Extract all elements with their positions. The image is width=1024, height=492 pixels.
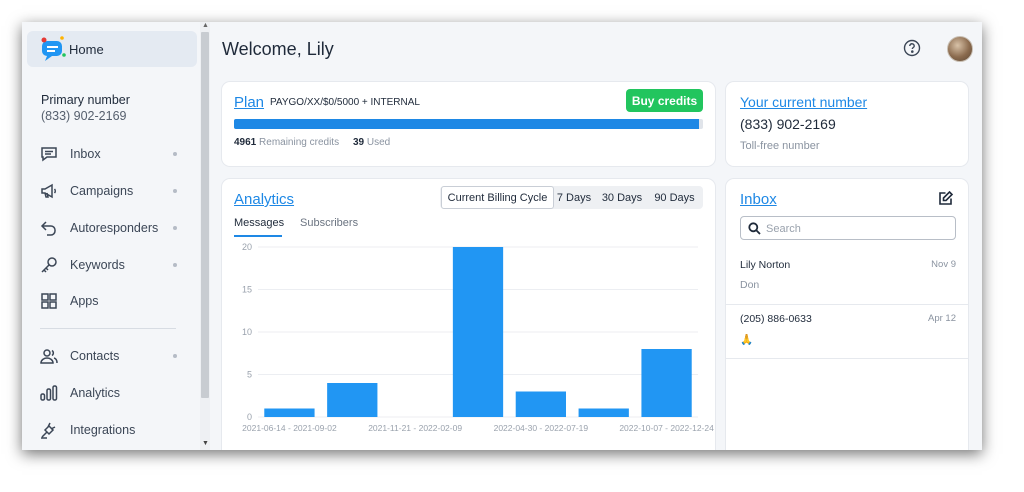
messages-bar-chart: 0 5 10 15 20 2021-06-14 - 2021-09-02 2021-11-2… [242,242,714,433]
people-icon [39,346,59,366]
period-7-days[interactable]: 7 Days [554,186,594,209]
conversation-name: Lily Norton [740,259,791,271]
app-logo-icon [41,36,66,61]
chat-bubble-icon [39,144,59,164]
conversation-item[interactable]: Lily Norton Nov 9 Don [726,251,968,305]
bar [452,247,504,417]
used-credits-value: 39 [352,137,365,148]
status-dot [173,189,177,193]
credits-progress-bar [234,119,703,129]
active-tab-indicator [234,235,282,237]
plan-card: Plan PAYGO/XX/$0/5000 + INTERNAL Buy cre… [222,82,715,166]
credits-progress-fill [234,119,700,129]
sidebar-item-label: Contacts [70,349,120,363]
plug-icon [39,420,59,440]
x-tick-label: 2021-11-21 - 2022-02-09 [368,423,462,433]
sidebar-item-label: Home [69,42,104,57]
remaining-credits-label: Remaining credits [259,137,340,148]
analytics-title-link[interactable]: Analytics [234,191,294,208]
conversation-item[interactable]: (205) 886-0633 Apr 12 🙏 [726,305,968,359]
y-tick-label: 5 [247,370,252,380]
sidebar-item-label: Inbox [70,147,101,161]
credit-stats: 4961 Remaining credits 39 Used [234,137,390,148]
sidebar-item-home[interactable]: Home [27,31,197,67]
sidebar-item-autoresponders[interactable]: Autoresponders [22,213,200,243]
conversation-preview: 🙏 [740,334,754,346]
scroll-thumb[interactable] [201,32,209,398]
used-credits-label: Used [366,137,391,148]
bar [264,408,315,417]
sidebar-item-label: Apps [70,294,99,308]
reply-arrow-icon [39,218,59,238]
status-dot [173,354,177,358]
x-tick-label: 2022-04-30 - 2022-07-19 [494,423,589,433]
plan-code: PAYGO/XX/$0/5000 + INTERNAL [270,97,420,108]
sidebar-scrollbar[interactable]: ▲ ▼ [200,22,210,450]
conversation-preview: Don [740,279,760,291]
sidebar-item-keywords[interactable]: Keywords [22,250,200,280]
tab-subscribers[interactable]: Subscribers [300,217,358,229]
plan-title-link[interactable]: Plan [234,94,264,111]
sidebar-item-inbox[interactable]: Inbox [22,139,200,169]
search-box [740,216,956,240]
x-tick-label: 2022-10-07 - 2022-12-24 [619,423,714,433]
bar-chart-icon [39,383,59,403]
grid-icon [39,291,59,311]
bar [578,408,629,417]
status-dot [173,263,177,267]
y-tick-label: 20 [242,242,252,252]
compose-icon[interactable] [938,190,954,206]
conversation-name: (205) 886-0633 [740,313,812,325]
period-selector: Current Billing Cycle 7 Days 30 Days 90 … [440,186,703,209]
y-tick-label: 15 [242,285,252,295]
sidebar-divider [40,328,176,329]
period-90-days[interactable]: 90 Days [648,186,701,209]
page-title: Welcome, Lily [222,39,334,59]
bar [515,391,566,417]
key-icon [39,255,59,275]
scroll-up-icon[interactable]: ▲ [202,22,209,29]
inbox-title-link[interactable]: Inbox [740,191,777,208]
conversation-date: Nov 9 [931,259,956,270]
sidebar-item-label: Campaigns [70,184,134,198]
inbox-card: Inbox Lily Norton Nov 9 Don (205) 886-06… [726,179,968,450]
sidebar-item-label: Keywords [70,258,125,272]
sidebar-item-label: Integrations [70,423,136,437]
sidebar: Home Primary number (833) 902-2169 Inbox… [22,22,200,450]
period-30-days[interactable]: 30 Days [596,186,648,209]
megaphone-icon [39,181,59,201]
sidebar-item-analytics[interactable]: Analytics [22,378,200,408]
sidebar-item-contacts[interactable]: Contacts [22,341,200,371]
bar [327,383,378,417]
scroll-down-icon[interactable]: ▼ [202,440,209,447]
conversation-date: Apr 12 [928,313,956,324]
bar [641,349,692,417]
period-current-billing-cycle[interactable]: Current Billing Cycle [441,186,554,209]
y-tick-label: 0 [247,412,252,422]
search-input[interactable] [766,220,951,237]
help-icon[interactable] [903,39,921,57]
status-dot [173,226,177,230]
sidebar-item-label: Autoresponders [70,221,159,235]
analytics-card: Analytics Current Billing Cycle 7 Days 3… [222,179,715,450]
primary-number: (833) 902-2169 [41,109,127,123]
current-number-value: (833) 902-2169 [740,116,836,132]
remaining-credits-value: 4961 [234,137,257,148]
app-window: Home Primary number (833) 902-2169 Inbox… [22,22,982,450]
avatar[interactable] [947,36,973,62]
primary-number-label: Primary number [41,93,130,107]
y-tick-label: 10 [242,327,252,337]
current-number-card: Your current number (833) 902-2169 Toll-… [726,82,968,166]
buy-credits-button[interactable]: Buy credits [626,89,703,112]
current-number-title-link[interactable]: Your current number [740,94,867,110]
x-tick-label: 2021-06-14 - 2021-09-02 [242,423,337,433]
number-type: Toll-free number [740,140,820,152]
sidebar-item-apps[interactable]: Apps [22,286,200,316]
search-icon [748,222,761,235]
tab-messages[interactable]: Messages [234,217,284,229]
sidebar-item-label: Analytics [70,386,121,400]
sidebar-item-integrations[interactable]: Integrations [22,415,200,445]
status-dot [173,152,177,156]
sidebar-item-campaigns[interactable]: Campaigns [22,176,200,206]
